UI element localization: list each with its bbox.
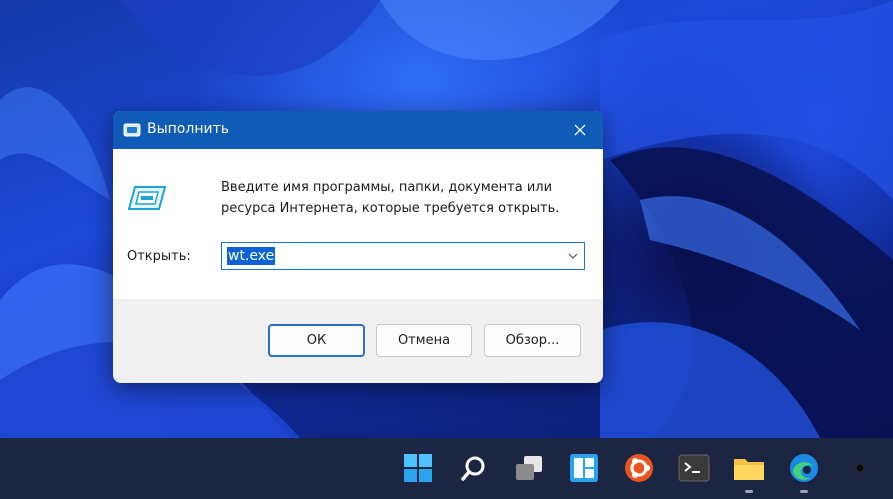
open-input-value[interactable]: wt.exe <box>227 247 276 265</box>
cancel-button[interactable]: Отмена <box>376 324 472 357</box>
run-dialog: Выполнить Введите имя программы, папки, … <box>113 111 603 383</box>
description-line-1: Введите имя программы, папки, документа … <box>221 180 553 195</box>
close-icon <box>574 124 586 136</box>
camera-icon[interactable] <box>843 451 877 485</box>
run-program-icon <box>127 186 167 210</box>
dialog-titlebar[interactable]: Выполнить <box>113 111 603 149</box>
terminal-icon[interactable] <box>677 451 711 485</box>
open-combobox[interactable]: wt.exe <box>221 242 585 270</box>
ubuntu-icon[interactable] <box>622 451 656 485</box>
widgets-icon[interactable] <box>567 451 601 485</box>
file-explorer-running-indicator <box>745 490 753 493</box>
edge-icon[interactable] <box>787 451 821 485</box>
dialog-content: Введите имя программы, папки, документа … <box>113 149 603 299</box>
close-button[interactable] <box>557 111 603 149</box>
search-icon[interactable] <box>457 451 491 485</box>
file-explorer-icon[interactable] <box>732 451 766 485</box>
taskbar <box>0 438 893 499</box>
task-view-icon[interactable] <box>512 451 546 485</box>
edge-running-indicator <box>800 490 808 493</box>
dialog-description: Введите имя программы, папки, документа … <box>221 177 581 219</box>
chevron-down-icon[interactable] <box>566 249 580 263</box>
dialog-title: Выполнить <box>147 121 229 137</box>
ok-button[interactable]: ОК <box>268 324 365 357</box>
open-label: Открыть: <box>127 249 191 264</box>
start-icon[interactable] <box>401 451 435 485</box>
description-line-2: ресурса Интернета, которые требуется отк… <box>221 201 560 216</box>
run-icon <box>123 123 141 137</box>
browse-button[interactable]: Обзор... <box>484 324 581 357</box>
